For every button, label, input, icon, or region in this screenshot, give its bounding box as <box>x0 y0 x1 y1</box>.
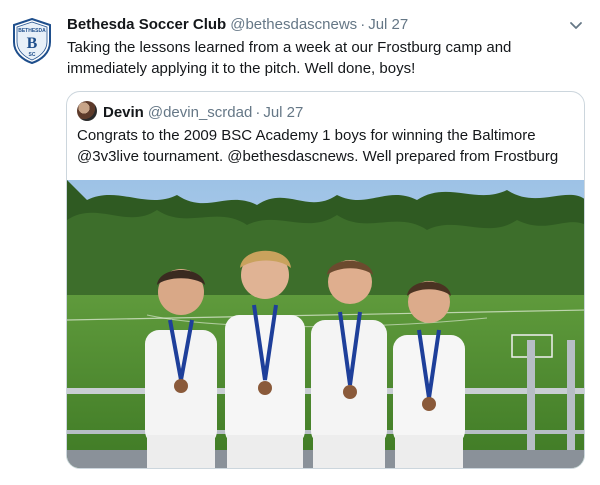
svg-text:BETHESDA: BETHESDA <box>18 28 46 34</box>
author-name[interactable]: Bethesda Soccer Club <box>67 16 226 33</box>
quoted-tweet-header: Devin @devin_scrdad · Jul 27 <box>77 101 303 124</box>
team-photo[interactable] <box>67 180 584 468</box>
tweet-date[interactable]: Jul 27 <box>368 16 408 33</box>
chevron-down-icon <box>570 22 582 29</box>
svg-text:B: B <box>27 35 38 52</box>
author-handle[interactable]: @bethesdascnews <box>230 16 357 33</box>
quoted-tweet-text: Congrats to the 2009 BSC Academy 1 boys … <box>77 127 559 165</box>
svg-text:SC: SC <box>29 52 36 58</box>
club-logo-avatar[interactable]: BETHESDA B SC <box>12 18 52 64</box>
tweet-header: Bethesda Soccer Club @bethesdascnews · Jul … <box>67 14 408 36</box>
more-options-button[interactable] <box>567 16 585 34</box>
tweet[interactable]: BETHESDA B SC Bethesda Soccer Club @bethe… <box>0 0 600 485</box>
separator-dot: · <box>360 16 366 33</box>
tweet-text: Taking the lessons learned from a week a… <box>67 39 512 77</box>
quoted-tweet[interactable]: Devin @devin_scrdad · Jul 27 Congrats to th… <box>66 91 585 469</box>
quoted-author-avatar[interactable] <box>77 101 97 122</box>
quoted-author-name[interactable]: Devin <box>103 104 144 121</box>
quoted-tweet-date[interactable]: Jul 27 <box>263 104 303 121</box>
separator-dot: · <box>255 104 261 121</box>
quoted-author-handle[interactable]: @devin_scrdad <box>148 104 252 121</box>
team-photo-image <box>67 180 584 468</box>
shield-logo-icon: BETHESDA B SC <box>13 18 51 64</box>
